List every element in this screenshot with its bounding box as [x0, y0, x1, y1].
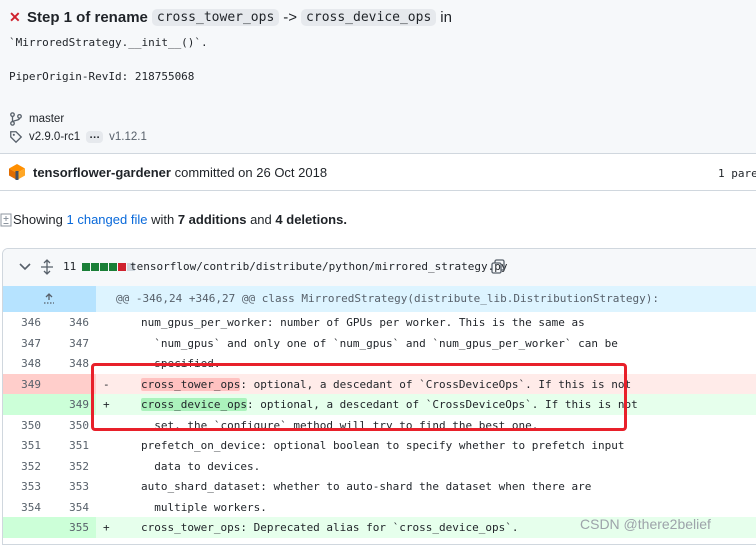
old-line-number[interactable]: 352 — [3, 460, 41, 473]
old-line-number[interactable]: 348 — [3, 357, 41, 370]
expand-all-icon[interactable] — [40, 259, 54, 275]
hunk-header-row: @@ -346,24 +346,27 @@ class MirroredStra… — [3, 286, 756, 312]
file-header: 11 tensorflow/contrib/distribute/python/… — [3, 249, 756, 287]
code-text: num_gpus_per_worker: number of GPUs per … — [141, 316, 585, 329]
author-link[interactable]: tensorflower-gardener — [33, 165, 171, 180]
code-text: cross_tower_ops: Deprecated alias for `c… — [141, 521, 519, 534]
old-name-chip: cross_tower_ops — [151, 9, 280, 26]
old-line-number[interactable]: 347 — [3, 337, 41, 350]
chevron-down-icon[interactable] — [19, 262, 31, 272]
file-diff-icon — [0, 213, 12, 226]
title-suffix: in — [440, 9, 452, 26]
tags-row: v2.9.0-rc1 … v1.12.1 — [9, 130, 147, 144]
old-line-number[interactable]: 349 — [3, 378, 41, 391]
diff-line: 354 354 multiple workers. — [3, 497, 756, 518]
diff-line: 352 352 data to devices. — [3, 456, 756, 477]
diffstat-square — [118, 263, 126, 271]
tag-icon — [10, 131, 23, 144]
additions-count: 7 additions — [177, 212, 247, 227]
diff-line: 346 346 num_gpus_per_worker: number of GPU… — [3, 312, 756, 333]
diff-sign: + — [103, 521, 110, 534]
highlight-annotation-box — [91, 363, 627, 431]
code-text: auto_shard_dataset: whether to auto-shar… — [141, 480, 591, 493]
branch-icon — [10, 112, 22, 126]
new-line-number[interactable]: 352 — [51, 460, 89, 473]
parent-link[interactable]: 1 parent — [718, 167, 756, 180]
new-line-number[interactable]: 347 — [51, 337, 89, 350]
diffstat-square — [82, 263, 90, 271]
code-segment: `num_gpus` and only one of `num_gpus` an… — [141, 336, 618, 350]
commit-header: ✕ Step 1 of rename cross_tower_ops -> cr… — [0, 0, 756, 154]
new-name-chip: cross_device_ops — [301, 9, 437, 26]
commit-description-line2: PiperOrigin-RevId: 218755068 — [9, 70, 195, 83]
code-segment: num_gpus_per_worker: number of GPUs per … — [141, 316, 585, 329]
diffstat-square — [91, 263, 99, 271]
new-line-number[interactable]: 349 — [51, 398, 89, 411]
author-row: tensorflower-gardener committed on 26 Oc… — [0, 154, 756, 191]
summary-and: and — [250, 212, 272, 227]
branch-row: master — [9, 112, 64, 126]
commit-date: committed on 26 Oct 2018 — [174, 165, 328, 180]
diffstat-square — [109, 263, 117, 271]
file-path-link[interactable]: tensorflow/contrib/distribute/python/mir… — [130, 260, 508, 273]
title-prefix: Step 1 of rename — [27, 9, 148, 26]
old-line-number[interactable]: 353 — [3, 480, 41, 493]
arrow-text: -> — [283, 9, 298, 26]
old-line-number[interactable]: 346 — [3, 316, 41, 329]
old-line-number[interactable]: 354 — [3, 501, 41, 514]
code-segment: multiple workers. — [141, 500, 267, 514]
code-text: prefetch_on_device: optional boolean to … — [141, 439, 624, 452]
hunk-expand-gutter[interactable] — [3, 286, 96, 312]
copy-icon[interactable] — [491, 259, 505, 274]
hunk-header-text: @@ -346,24 +346,27 @@ class MirroredStra… — [116, 292, 660, 305]
new-line-number[interactable]: 354 — [51, 501, 89, 514]
old-line-number[interactable]: 351 — [3, 439, 41, 452]
code-segment: prefetch_on_device: optional boolean to … — [141, 439, 625, 452]
change-count: 11 — [63, 260, 77, 273]
diff-line: 351 351 prefetch_on_device: optional boole… — [3, 435, 756, 456]
summary-with: with — [151, 212, 175, 227]
code-text: data to devices. — [141, 460, 260, 473]
deletions-count: 4 deletions. — [275, 212, 347, 227]
failed-status-icon[interactable]: ✕ — [9, 9, 23, 26]
code-segment: auto_shard_dataset: whether to auto-shar… — [141, 480, 592, 493]
branch-link[interactable]: master — [29, 113, 64, 125]
tag-last-link[interactable]: v1.12.1 — [109, 131, 147, 143]
diff-line: 347 347 `num_gpus` and only one of `num_g… — [3, 333, 756, 354]
old-line-number[interactable]: 350 — [3, 419, 41, 432]
new-line-number[interactable]: 346 — [51, 316, 89, 329]
code-segment: data to devices. — [141, 459, 261, 473]
avatar[interactable] — [8, 163, 26, 181]
changed-files-link[interactable]: 1 changed file — [67, 212, 148, 227]
expand-up-icon[interactable] — [42, 292, 56, 306]
code-segment: cross_tower_ops: Deprecated alias for `c… — [141, 521, 519, 534]
code-text: `num_gpus` and only one of `num_gpus` an… — [141, 337, 618, 350]
summary-prefix: Showing — [13, 212, 63, 227]
diff-line: 353 353 auto_shard_dataset: whether to aut… — [3, 476, 756, 497]
expand-tags-button[interactable]: … — [86, 130, 104, 143]
tag-first-link[interactable]: v2.9.0-rc1 — [29, 131, 80, 143]
commit-title: ✕ Step 1 of rename cross_tower_ops -> cr… — [9, 9, 452, 26]
watermark: CSDN @there2belief — [580, 516, 711, 532]
new-line-number[interactable]: 348 — [51, 357, 89, 370]
new-line-number[interactable]: 355 — [51, 521, 89, 534]
commit-description-line1: `MirroredStrategy.__init__()`. — [9, 36, 208, 49]
new-line-number[interactable]: 351 — [51, 439, 89, 452]
diff-summary: Showing 1 changed file with 7 additions … — [0, 212, 347, 227]
diffstat-bar — [82, 263, 135, 271]
new-line-number[interactable]: 350 — [51, 419, 89, 432]
commit-author-line: tensorflower-gardener committed on 26 Oc… — [33, 165, 327, 180]
new-line-number[interactable]: 353 — [51, 480, 89, 493]
code-text: multiple workers. — [141, 501, 267, 514]
diffstat-square — [100, 263, 108, 271]
